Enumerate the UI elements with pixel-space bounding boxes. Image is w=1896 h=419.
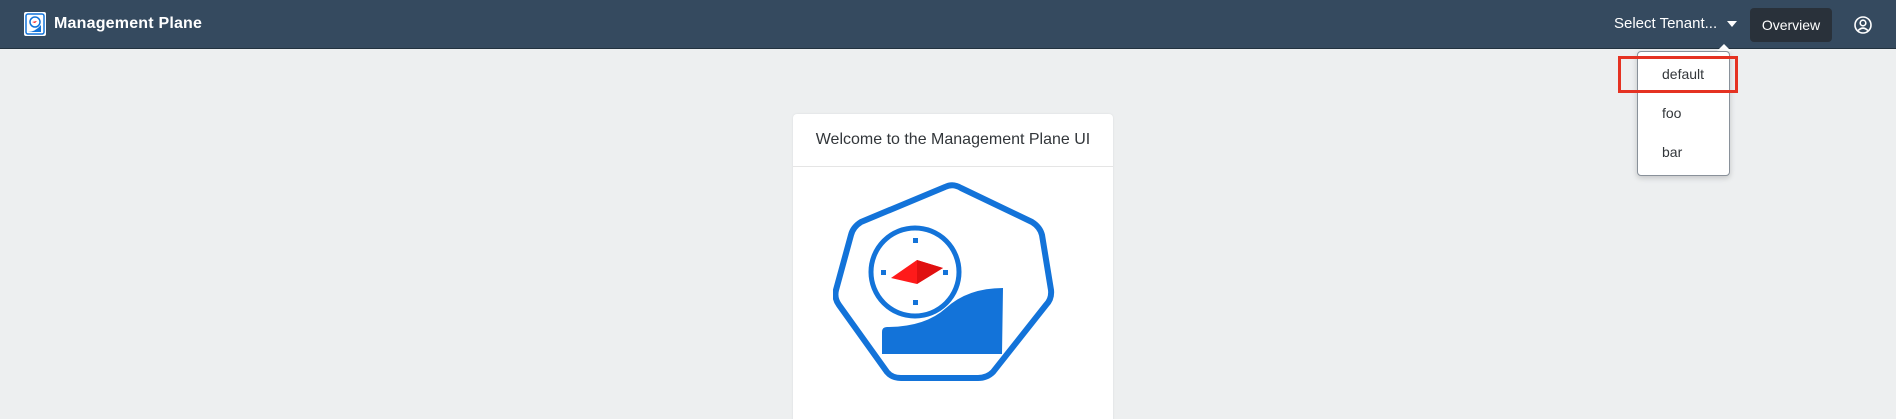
tenant-option-label: default — [1662, 65, 1705, 82]
app-brand[interactable]: Management Plane — [24, 12, 202, 36]
user-circle-icon[interactable] — [1852, 14, 1874, 36]
app-title: Management Plane — [54, 15, 203, 32]
tenant-select-dropdown[interactable]: Select Tenant... — [1614, 15, 1738, 32]
tenant-menu: default foo bar — [1637, 51, 1730, 176]
caret-down-icon — [1727, 20, 1738, 27]
welcome-card-title: Welcome to the Management Plane UI — [793, 114, 1113, 167]
management-plane-logo-icon — [24, 12, 46, 36]
content-area: Welcome to the Management Plane UI — [0, 49, 1896, 419]
overview-button-label: Overview — [1761, 17, 1821, 33]
tenant-option-label: bar — [1662, 143, 1683, 160]
tenant-option-bar[interactable]: bar — [1638, 132, 1729, 171]
overview-button[interactable]: Overview — [1750, 8, 1832, 42]
tenant-select-label: Select Tenant... — [1614, 15, 1718, 32]
tenant-option-default[interactable]: default — [1638, 54, 1729, 93]
tenant-option-label: foo — [1662, 104, 1682, 121]
tenant-option-foo[interactable]: foo — [1638, 93, 1729, 132]
shell-bar: Management Plane Select Tenant... Overvi… — [0, 0, 1896, 49]
management-plane-page: Management Plane Select Tenant... Overvi… — [0, 0, 1896, 419]
welcome-card: Welcome to the Management Plane UI — [793, 114, 1113, 419]
tenant-menu-pointer — [1717, 44, 1731, 51]
heptagon-compass-logo-icon — [832, 182, 1055, 402]
